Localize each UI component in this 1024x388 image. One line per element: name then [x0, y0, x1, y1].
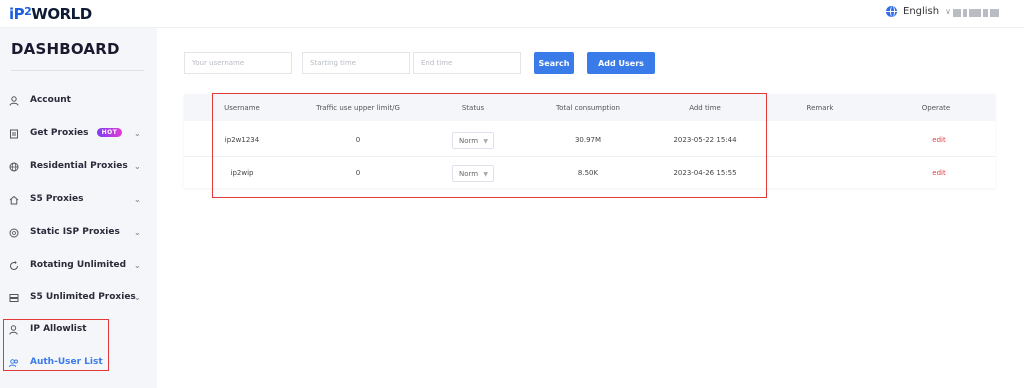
- chevron-down-icon: ⌄: [134, 261, 141, 270]
- column-header-operate: Operate: [921, 104, 951, 112]
- document-icon: [9, 129, 19, 139]
- add-users-button[interactable]: Add Users: [587, 52, 655, 74]
- language-label: English: [903, 6, 940, 17]
- sidebar-item-label: S5 Proxies: [30, 194, 84, 204]
- server-icon: [9, 293, 19, 303]
- user-account-blurred[interactable]: [953, 9, 999, 17]
- ip2world-logo[interactable]: iP 2 WORLD: [9, 4, 92, 24]
- hot-badge: HOT: [96, 128, 123, 137]
- logo-part-world: WORLD: [31, 5, 92, 23]
- end-time-input[interactable]: End time: [413, 52, 521, 74]
- start-time-input[interactable]: Starting time: [302, 52, 410, 74]
- chevron-down-icon: ⌄: [134, 293, 141, 302]
- sidebar-item-get-proxies[interactable]: Get Proxies HOT ⌄: [0, 124, 157, 144]
- chevron-down-icon: ⌄: [134, 162, 141, 171]
- sidebar-item-label: Residential Proxies: [30, 161, 128, 171]
- sidebar-item-static-isp-proxies[interactable]: Static ISP Proxies ⌄: [0, 223, 157, 243]
- sidebar-divider: [11, 70, 144, 71]
- sidebar-item-s5-unlimited-proxies[interactable]: S5 Unlimited Proxies ⌄: [0, 288, 157, 308]
- sidebar-item-label: Account: [30, 95, 71, 105]
- sidebar-item-label: Get Proxies: [30, 128, 89, 138]
- sidebar-item-label: Static ISP Proxies: [30, 227, 120, 237]
- highlight-box-table: [212, 93, 767, 198]
- sidebar-item-account[interactable]: Account: [0, 91, 157, 111]
- sidebar-item-label: S5 Unlimited Proxies: [30, 292, 136, 302]
- sidebar-item-residential-proxies[interactable]: Residential Proxies ⌄: [0, 157, 157, 177]
- rotate-icon: [9, 261, 19, 271]
- highlight-box-sidebar: [3, 319, 109, 371]
- chevron-down-icon: ⌄: [134, 195, 141, 204]
- chevron-down-icon: ⌄: [134, 129, 141, 138]
- globe-icon: [886, 6, 897, 17]
- user-icon: [9, 96, 19, 106]
- edit-link[interactable]: edit: [932, 169, 945, 177]
- username-input[interactable]: Your username: [184, 52, 292, 74]
- globe-icon: [9, 162, 19, 172]
- sidebar-item-s5-proxies[interactable]: S5 Proxies ⌄: [0, 190, 157, 210]
- dashboard-title: DASHBOARD: [11, 40, 120, 58]
- chevron-down-icon: ∨: [945, 7, 951, 16]
- isp-icon: [9, 228, 19, 238]
- language-selector[interactable]: English ∨: [886, 6, 951, 17]
- home-icon: [9, 195, 19, 205]
- edit-link[interactable]: edit: [932, 136, 945, 144]
- sidebar-item-label: Rotating Unlimited: [30, 260, 127, 270]
- chevron-down-icon: ⌄: [134, 228, 141, 237]
- logo-part-2: 2: [24, 4, 32, 18]
- logo-part-ip: iP: [9, 5, 25, 23]
- search-button[interactable]: Search: [534, 52, 574, 74]
- sidebar-item-rotating-unlimited[interactable]: Rotating Unlimited ⌄: [0, 256, 157, 276]
- top-bar: iP 2 WORLD English ∨: [0, 0, 1024, 28]
- column-header-remark: Remark: [806, 104, 834, 112]
